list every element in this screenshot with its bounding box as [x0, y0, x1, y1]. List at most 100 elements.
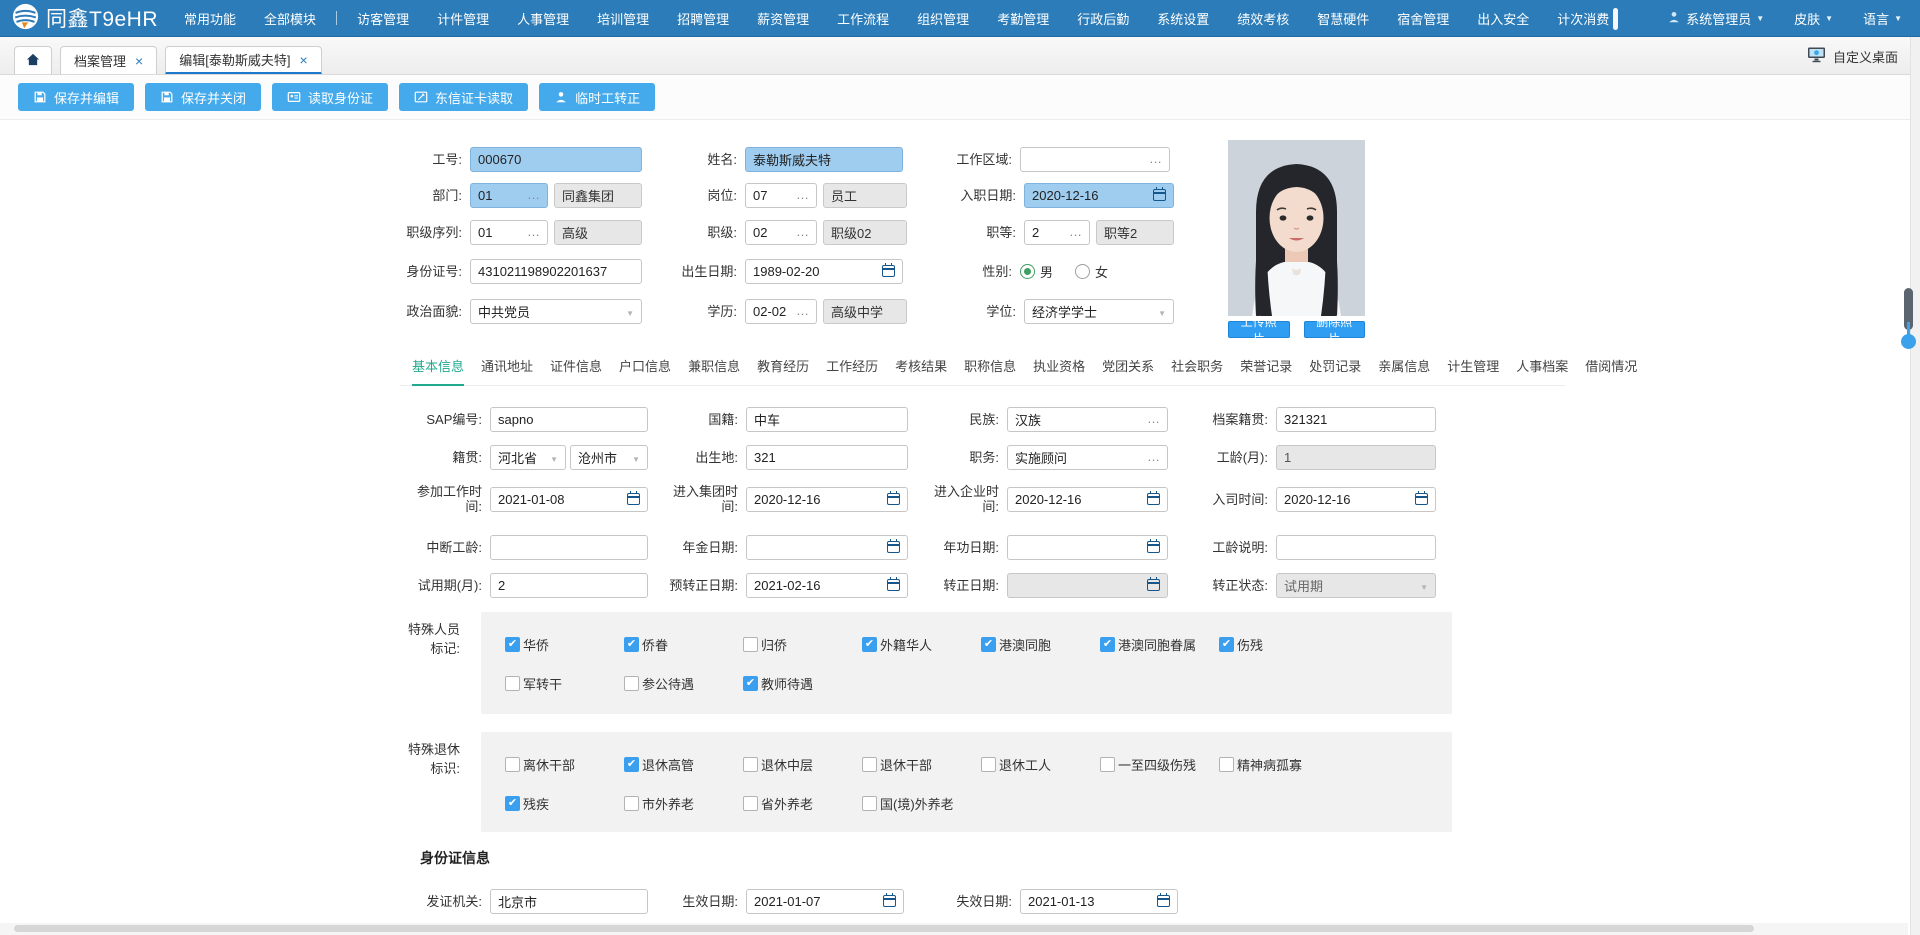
nav-item-workflow[interactable]: 工作流程 [837, 9, 889, 28]
tab-party[interactable]: 党团关系 [1102, 356, 1154, 384]
politics-select[interactable]: 中共党员 [470, 299, 642, 324]
enterprise-date-field[interactable] [1015, 492, 1147, 507]
birth-place-input[interactable] [746, 445, 908, 470]
pre-regular-field[interactable] [754, 578, 887, 593]
rank-code-field[interactable] [753, 225, 791, 240]
checkbox-canji[interactable]: 残疾 [505, 794, 624, 813]
calendar-icon[interactable] [1153, 189, 1166, 201]
horizontal-scrollbar-thumb[interactable] [14, 925, 1754, 932]
checkbox-guiqiao[interactable]: 归侨 [743, 635, 862, 654]
pre-regular-input[interactable] [746, 573, 908, 598]
nav-scroll-indicator[interactable] [1613, 8, 1618, 30]
nav-item-settings[interactable]: 系统设置 [1157, 9, 1209, 28]
rank-code-input[interactable] [745, 220, 817, 245]
calendar-icon[interactable] [887, 493, 900, 505]
tab-family[interactable]: 亲属信息 [1378, 356, 1430, 384]
calendar-icon[interactable] [1415, 493, 1428, 505]
horizontal-scrollbar-track[interactable] [0, 923, 1908, 935]
duty-field[interactable] [1015, 450, 1142, 465]
effective-date-field[interactable] [754, 894, 883, 909]
tab-education[interactable]: 教育经历 [757, 356, 809, 384]
seniority-note-input[interactable] [1276, 535, 1436, 560]
read-id-card-button[interactable]: 读取身份证 [272, 83, 388, 111]
skin-menu[interactable]: 皮肤 ▼ [1794, 9, 1833, 28]
lookup-icon[interactable] [1149, 156, 1162, 162]
edu-code-input[interactable] [745, 299, 817, 324]
checkbox-huaqiao[interactable]: 华侨 [505, 635, 624, 654]
grade-code-input[interactable] [1024, 220, 1090, 245]
nav-item-access[interactable]: 出入安全 [1477, 9, 1529, 28]
lookup-icon[interactable] [1147, 416, 1160, 422]
nav-item-performance[interactable]: 绩效考核 [1237, 9, 1289, 28]
calendar-icon[interactable] [1147, 493, 1160, 505]
work-start-field[interactable] [498, 492, 627, 507]
gender-female-radio[interactable] [1075, 264, 1090, 279]
nav-item-salary[interactable]: 薪资管理 [757, 9, 809, 28]
tab-archive-management[interactable]: 档案管理 × [60, 46, 157, 74]
birth-date-field[interactable] [753, 264, 882, 279]
nav-item-hr[interactable]: 人事管理 [517, 9, 569, 28]
tab-family-planning[interactable]: 计生管理 [1447, 356, 1499, 384]
save-and-close-button[interactable]: 保存并关闭 [145, 83, 261, 111]
nav-item-all-modules[interactable]: 全部模块 [264, 9, 316, 28]
tab-hr-archive[interactable]: 人事档案 [1516, 356, 1568, 384]
nav-item-training[interactable]: 培训管理 [597, 9, 649, 28]
probation-input[interactable] [490, 573, 648, 598]
checkbox-mental-widowed[interactable]: 精神病孤寡 [1219, 755, 1349, 774]
tab-basic-info[interactable]: 基本信息 [412, 356, 464, 386]
tab-punishment[interactable]: 处罚记录 [1309, 356, 1361, 384]
close-icon[interactable]: × [135, 54, 143, 68]
lookup-icon[interactable] [796, 192, 809, 198]
hire-date-input[interactable] [1024, 183, 1174, 208]
tab-parttime[interactable]: 兼职信息 [688, 356, 740, 384]
ethnic-input[interactable] [1007, 407, 1168, 432]
checkbox-civil-treatment[interactable]: 参公待遇 [624, 674, 743, 693]
nav-item-hardware[interactable]: 智慧硬件 [1317, 9, 1369, 28]
calendar-icon[interactable] [627, 493, 640, 505]
nav-item-recruit[interactable]: 招聘管理 [677, 9, 729, 28]
hire-date-field[interactable] [1032, 188, 1153, 203]
sap-input[interactable] [490, 407, 648, 432]
annuity-date-field[interactable] [754, 540, 887, 555]
checkbox-disabled[interactable]: 伤残 [1219, 635, 1338, 654]
user-menu[interactable]: 系统管理员 ▼ [1667, 9, 1764, 28]
calendar-icon[interactable] [887, 541, 900, 553]
delete-photo-button[interactable]: 删除照片 [1304, 321, 1366, 338]
duty-input[interactable] [1007, 445, 1168, 470]
dept-code-input[interactable] [470, 183, 548, 208]
checkbox-abroad-pension[interactable]: 国(境)外养老 [862, 794, 992, 813]
dept-code-field[interactable] [478, 188, 522, 203]
entry-date-input[interactable] [1276, 487, 1436, 512]
annuity-date-input[interactable] [746, 535, 908, 560]
calendar-icon[interactable] [887, 579, 900, 591]
checkbox-retired-cadre[interactable]: 退休干部 [862, 755, 981, 774]
merit-date-input[interactable] [1007, 535, 1168, 560]
checkbox-grade-disability[interactable]: 一至四级伤残 [1100, 755, 1219, 774]
checkbox-city-pension[interactable]: 市外养老 [624, 794, 743, 813]
nav-item-common[interactable]: 常用功能 [184, 9, 236, 28]
id-no-input[interactable] [470, 259, 642, 284]
lookup-icon[interactable] [527, 229, 540, 235]
degree-select[interactable]: 经济学学士 [1024, 299, 1174, 324]
checkbox-teacher-treatment[interactable]: 教师待遇 [743, 674, 862, 693]
group-date-input[interactable] [746, 487, 908, 512]
lookup-icon[interactable] [527, 192, 540, 198]
native-province-select[interactable]: 河北省 [490, 445, 566, 470]
checkbox-lixiu-cadre[interactable]: 离休干部 [505, 755, 624, 774]
native-city-select[interactable]: 沧州市 [570, 445, 648, 470]
close-icon[interactable]: × [299, 53, 307, 67]
lookup-icon[interactable] [1069, 229, 1082, 235]
checkbox-province-pension[interactable]: 省外养老 [743, 794, 862, 813]
break-seniority-input[interactable] [490, 535, 648, 560]
lookup-icon[interactable] [796, 308, 809, 314]
tab-qualification[interactable]: 执业资格 [1033, 356, 1085, 384]
emp-no-input[interactable] [470, 147, 642, 172]
calendar-icon[interactable] [1147, 541, 1160, 553]
lookup-icon[interactable] [796, 229, 809, 235]
tab-household[interactable]: 户口信息 [619, 356, 671, 384]
group-date-field[interactable] [754, 492, 887, 507]
entry-date-field[interactable] [1284, 492, 1415, 507]
checkbox-foreign-chinese[interactable]: 外籍华人 [862, 635, 981, 654]
checkbox-retired-worker[interactable]: 退休工人 [981, 755, 1100, 774]
expiry-date-field[interactable] [1028, 894, 1157, 909]
